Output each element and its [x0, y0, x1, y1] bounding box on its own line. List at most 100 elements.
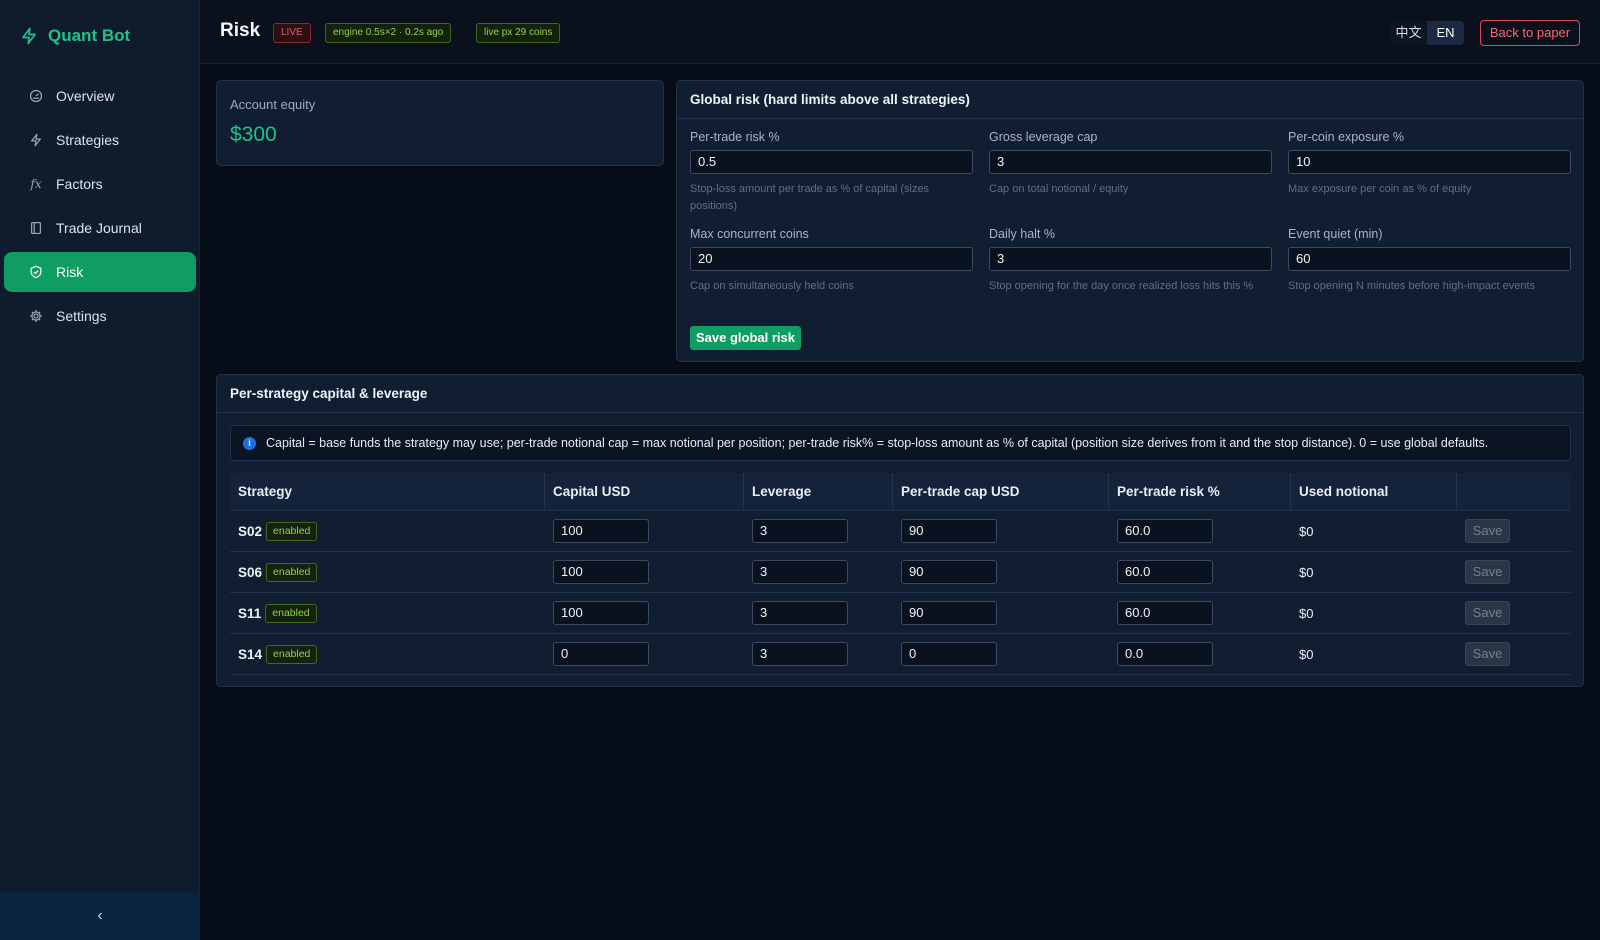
strategy-name: S06 [238, 564, 263, 580]
capital-input[interactable]: 100 [553, 519, 649, 543]
sidebar-item-risk[interactable]: Risk [4, 252, 196, 292]
field-label: Per-coin exposure % [1288, 130, 1405, 144]
strategy-name: S02 [238, 523, 263, 539]
column-header: Per-trade cap USD [893, 472, 1109, 511]
sidebar-item-label: Risk [56, 264, 84, 280]
field-help: Stop-loss amount per trade as % of capit… [690, 183, 930, 212]
field-label: Per-trade risk % [690, 130, 780, 144]
table-row: S06 enabled 100 3 90 60.0 $0 Save [230, 552, 1571, 593]
page-title: Risk [220, 20, 261, 41]
per-trade-risk-input[interactable]: 0.5 [690, 150, 973, 174]
book-icon [28, 220, 44, 236]
used-cell: $0 [1291, 606, 1457, 621]
per-trade-risk-input[interactable]: 60.0 [1117, 601, 1213, 625]
per-trade-risk-input[interactable]: 60.0 [1117, 560, 1213, 584]
language-switch: 中文 EN [1390, 21, 1464, 45]
info-text: Capital = base funds the strategy may us… [266, 436, 1489, 450]
table-row: S02 enabled 100 3 90 60.0 $0 Save [230, 511, 1571, 552]
column-header: Strategy [230, 472, 545, 511]
row-save-button[interactable]: Save [1465, 601, 1510, 625]
field-help: Stop opening N minutes before high-impac… [1288, 280, 1536, 292]
used-notional: $0 [1299, 605, 1314, 621]
collapse-sidebar-button[interactable]: ‹ [0, 892, 200, 940]
status-badge: enabled [266, 521, 318, 541]
field-help: Max exposure per coin as % of equity [1288, 183, 1472, 195]
sidebar-item-trade-journal[interactable]: Trade Journal [4, 208, 196, 248]
capital-cell: 0 [545, 642, 744, 666]
gross-leverage-cap-input[interactable]: 3 [989, 150, 1272, 174]
capital-input[interactable]: 0 [553, 642, 649, 666]
strategy-name: S11 [238, 605, 262, 621]
used-cell: $0 [1291, 565, 1457, 580]
sidebar-nav: Overview Strategies fx Factors Trade Jou… [4, 76, 196, 340]
per-strategy-title: Per-strategy capital & leverage [217, 375, 1583, 413]
capital-cell: 100 [545, 560, 744, 584]
brand[interactable]: Quant Bot [20, 24, 130, 48]
gross-leverage-cap-field: Gross leverage cap 3 Cap on total notion… [989, 130, 1272, 198]
account-equity-card: Account equity $300 [216, 80, 664, 166]
sidebar-item-strategies[interactable]: Strategies [4, 120, 196, 160]
leverage-input[interactable]: 3 [752, 601, 848, 625]
column-header: Used notional [1291, 472, 1457, 511]
leverage-input[interactable]: 3 [752, 642, 848, 666]
used-cell: $0 [1291, 524, 1457, 539]
sidebar-item-label: Settings [56, 308, 107, 324]
event-quiet-input[interactable]: 60 [1288, 247, 1571, 271]
sidebar-item-label: Factors [56, 176, 103, 192]
max-concurrent-coins-field: Max concurrent coins 20 Cap on simultane… [690, 227, 973, 295]
risk-cell: 60.0 [1109, 519, 1291, 543]
field-label: Event quiet (min) [1288, 227, 1383, 241]
save-cell: Save [1457, 560, 1571, 584]
bolt-icon [28, 132, 44, 148]
back-to-paper-button[interactable]: Back to paper [1480, 20, 1580, 46]
leverage-input[interactable]: 3 [752, 560, 848, 584]
row-save-button[interactable]: Save [1465, 519, 1510, 543]
capital-input[interactable]: 100 [553, 601, 649, 625]
strategy-name: S14 [238, 646, 263, 662]
row-save-button[interactable]: Save [1465, 560, 1510, 584]
cap-cell: 90 [893, 601, 1109, 625]
shield-icon [28, 264, 44, 280]
gauge-icon [28, 88, 44, 104]
per-trade-risk-input[interactable]: 0.0 [1117, 642, 1213, 666]
lang-en-button[interactable]: EN [1427, 21, 1464, 45]
per-trade-cap-input[interactable]: 90 [901, 601, 997, 625]
save-global-risk-button[interactable]: Save global risk [690, 326, 801, 350]
chevron-left-icon: ‹ [97, 907, 103, 924]
status-badge: enabled [266, 562, 318, 582]
per-trade-cap-input[interactable]: 90 [901, 519, 997, 543]
per-trade-risk-input[interactable]: 60.0 [1117, 519, 1213, 543]
capital-input[interactable]: 100 [553, 560, 649, 584]
column-header: Capital USD [545, 472, 744, 511]
field-help: Cap on total notional / equity [989, 183, 1129, 195]
per-trade-cap-input[interactable]: 90 [901, 560, 997, 584]
sidebar-item-factors[interactable]: fx Factors [4, 164, 196, 204]
row-save-button[interactable]: Save [1465, 642, 1510, 666]
save-cell: Save [1457, 519, 1571, 543]
per-strategy-card: Per-strategy capital & leverage i Capita… [216, 374, 1584, 687]
table-row: S11 enabled 100 3 90 60.0 $0 Save [230, 593, 1571, 634]
sidebar-item-settings[interactable]: Settings [4, 296, 196, 336]
global-risk-title: Global risk (hard limits above all strat… [677, 81, 1583, 119]
field-label: Max concurrent coins [690, 227, 809, 241]
used-notional: $0 [1299, 646, 1314, 662]
field-label: Daily halt % [989, 227, 1055, 241]
field-label: Gross leverage cap [989, 130, 1098, 144]
strategy-cell: S11 enabled [230, 603, 545, 623]
leverage-cell: 3 [744, 560, 893, 584]
sidebar: Quant Bot Overview Strategies fx Factors… [0, 0, 200, 940]
status-badge: enabled [266, 644, 318, 664]
leverage-input[interactable]: 3 [752, 519, 848, 543]
info-icon: i [243, 436, 256, 450]
equity-value: $300 [230, 123, 277, 146]
max-concurrent-coins-input[interactable]: 20 [690, 247, 973, 271]
per-coin-exposure-input[interactable]: 10 [1288, 150, 1571, 174]
sidebar-item-label: Overview [56, 88, 115, 104]
daily-halt-input[interactable]: 3 [989, 247, 1272, 271]
cap-cell: 90 [893, 560, 1109, 584]
brand-name: Quant Bot [48, 26, 131, 45]
per-trade-cap-input[interactable]: 0 [901, 642, 997, 666]
sidebar-item-overview[interactable]: Overview [4, 76, 196, 116]
lang-zh-button[interactable]: 中文 [1390, 21, 1427, 45]
column-header: Leverage [744, 472, 893, 511]
